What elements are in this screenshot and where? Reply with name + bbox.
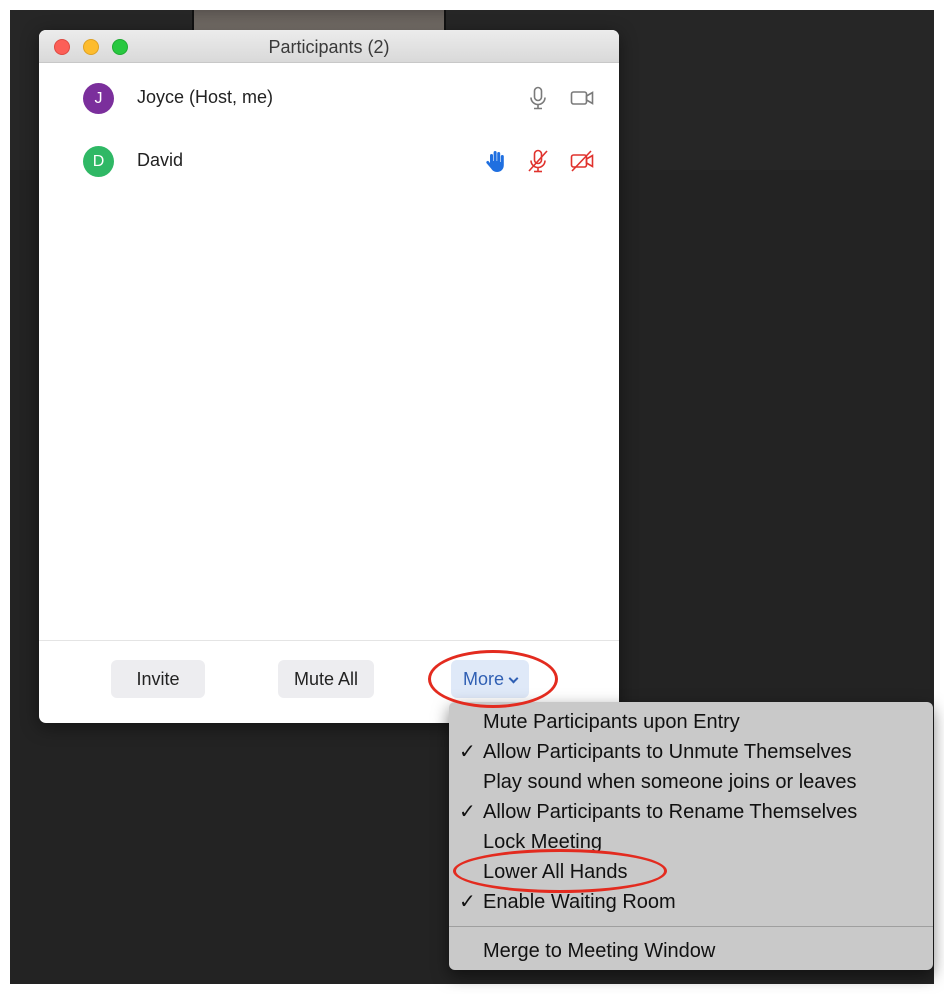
mute-all-button[interactable]: Mute All: [278, 660, 374, 698]
video-camera-icon[interactable]: [569, 85, 595, 111]
menu-item-allow-rename[interactable]: ✓ Allow Participants to Rename Themselve…: [449, 797, 933, 827]
menu-item-label: Mute Participants upon Entry: [483, 711, 740, 733]
menu-item-allow-unmute[interactable]: ✓ Allow Participants to Unmute Themselve…: [449, 737, 933, 767]
menu-item-label: Lower All Hands: [483, 861, 628, 883]
muted-microphone-icon[interactable]: [525, 148, 551, 174]
checkmark-icon: ✓: [459, 891, 476, 913]
footer-divider: [39, 640, 619, 641]
participant-row[interactable]: J Joyce (Host, me): [39, 80, 619, 120]
chevron-down-icon: [508, 673, 519, 684]
avatar: J: [83, 83, 114, 114]
avatar: D: [83, 146, 114, 177]
video-off-icon[interactable]: [569, 148, 595, 174]
participant-row[interactable]: D David: [39, 143, 619, 183]
more-dropdown-menu: Mute Participants upon Entry ✓ Allow Par…: [449, 702, 933, 970]
checkmark-icon: ✓: [459, 801, 476, 823]
menu-item-lower-all-hands[interactable]: Lower All Hands: [449, 857, 933, 887]
menu-item-merge-to-meeting-window[interactable]: Merge to Meeting Window: [449, 936, 933, 966]
participant-name: Joyce (Host, me): [137, 87, 274, 107]
menu-item-label: Enable Waiting Room: [483, 891, 676, 913]
menu-item-label: Merge to Meeting Window: [483, 940, 716, 962]
window-title: Participants (2): [268, 37, 390, 57]
checkmark-icon: ✓: [459, 741, 476, 763]
titlebar: Participants (2): [39, 30, 619, 63]
more-button-label: More: [462, 669, 504, 689]
menu-item-label: Lock Meeting: [483, 831, 602, 853]
more-button[interactable]: More: [451, 660, 529, 698]
menu-separator: [449, 926, 933, 927]
menu-item-play-sound[interactable]: Play sound when someone joins or leaves: [449, 767, 933, 797]
participants-window: Participants (2) J Joyce (Host, me) D Da…: [39, 30, 619, 723]
raised-hand-icon[interactable]: [483, 148, 509, 174]
menu-item-label: Allow Participants to Unmute Themselves: [483, 741, 852, 763]
microphone-icon[interactable]: [525, 85, 551, 111]
menu-item-label: Play sound when someone joins or leaves: [483, 771, 857, 793]
invite-button[interactable]: Invite: [111, 660, 205, 698]
participant-name: David: [137, 150, 184, 170]
menu-item-lock-meeting[interactable]: Lock Meeting: [449, 827, 933, 857]
menu-item-mute-upon-entry[interactable]: Mute Participants upon Entry: [449, 707, 933, 737]
menu-item-enable-waiting-room[interactable]: ✓ Enable Waiting Room: [449, 887, 933, 917]
menu-item-label: Allow Participants to Rename Themselves: [483, 801, 858, 823]
